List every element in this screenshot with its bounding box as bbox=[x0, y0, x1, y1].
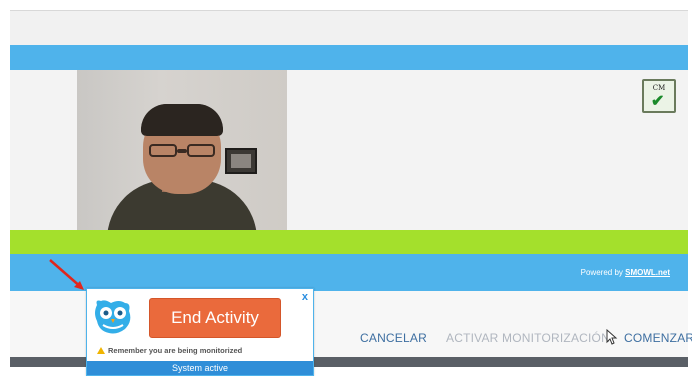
monitor-content: CM ✔ bbox=[10, 70, 688, 230]
mouse-cursor-icon bbox=[606, 329, 618, 345]
camera-status-indicator[interactable]: CM ✔ bbox=[642, 79, 676, 113]
wall-picture bbox=[225, 148, 257, 174]
end-activity-button[interactable]: End Activity bbox=[149, 298, 281, 338]
bottom-blue-bar: Powered by SMOWL.net bbox=[10, 254, 688, 291]
annotation-arrow-icon bbox=[49, 259, 84, 290]
monitoring-notice: Remember you are being monitorized bbox=[97, 346, 242, 355]
green-status-bar bbox=[10, 230, 688, 254]
smowl-owl-logo-icon bbox=[95, 300, 131, 334]
activate-monitoring-link[interactable]: ACTIVAR MONITORIZACIÓN bbox=[446, 331, 610, 345]
page-header-area bbox=[10, 11, 688, 45]
screen: CM ✔ Powered by SMOWL.net CANCELAR ACTIV… bbox=[0, 0, 692, 376]
close-popup-button[interactable]: x bbox=[302, 291, 308, 303]
monitoring-popup: x End Activity Remember you are being mo… bbox=[86, 288, 314, 376]
powered-by-prefix: Powered by bbox=[580, 268, 626, 277]
smowl-link[interactable]: SMOWL.net bbox=[625, 268, 670, 277]
powered-by: Powered by SMOWL.net bbox=[581, 268, 670, 277]
cancel-link[interactable]: CANCELAR bbox=[360, 331, 427, 345]
check-icon: ✔ bbox=[651, 93, 665, 110]
warning-icon bbox=[97, 347, 105, 354]
camera-status-label: CM bbox=[652, 84, 666, 92]
monitoring-notice-text: Remember you are being monitorized bbox=[108, 346, 243, 355]
top-blue-bar bbox=[10, 45, 688, 70]
webcam-feed bbox=[77, 70, 287, 230]
system-status-bar: System active bbox=[87, 361, 313, 375]
top-margin bbox=[0, 0, 692, 10]
glasses bbox=[147, 144, 219, 158]
start-link[interactable]: COMENZAR bbox=[624, 331, 692, 345]
